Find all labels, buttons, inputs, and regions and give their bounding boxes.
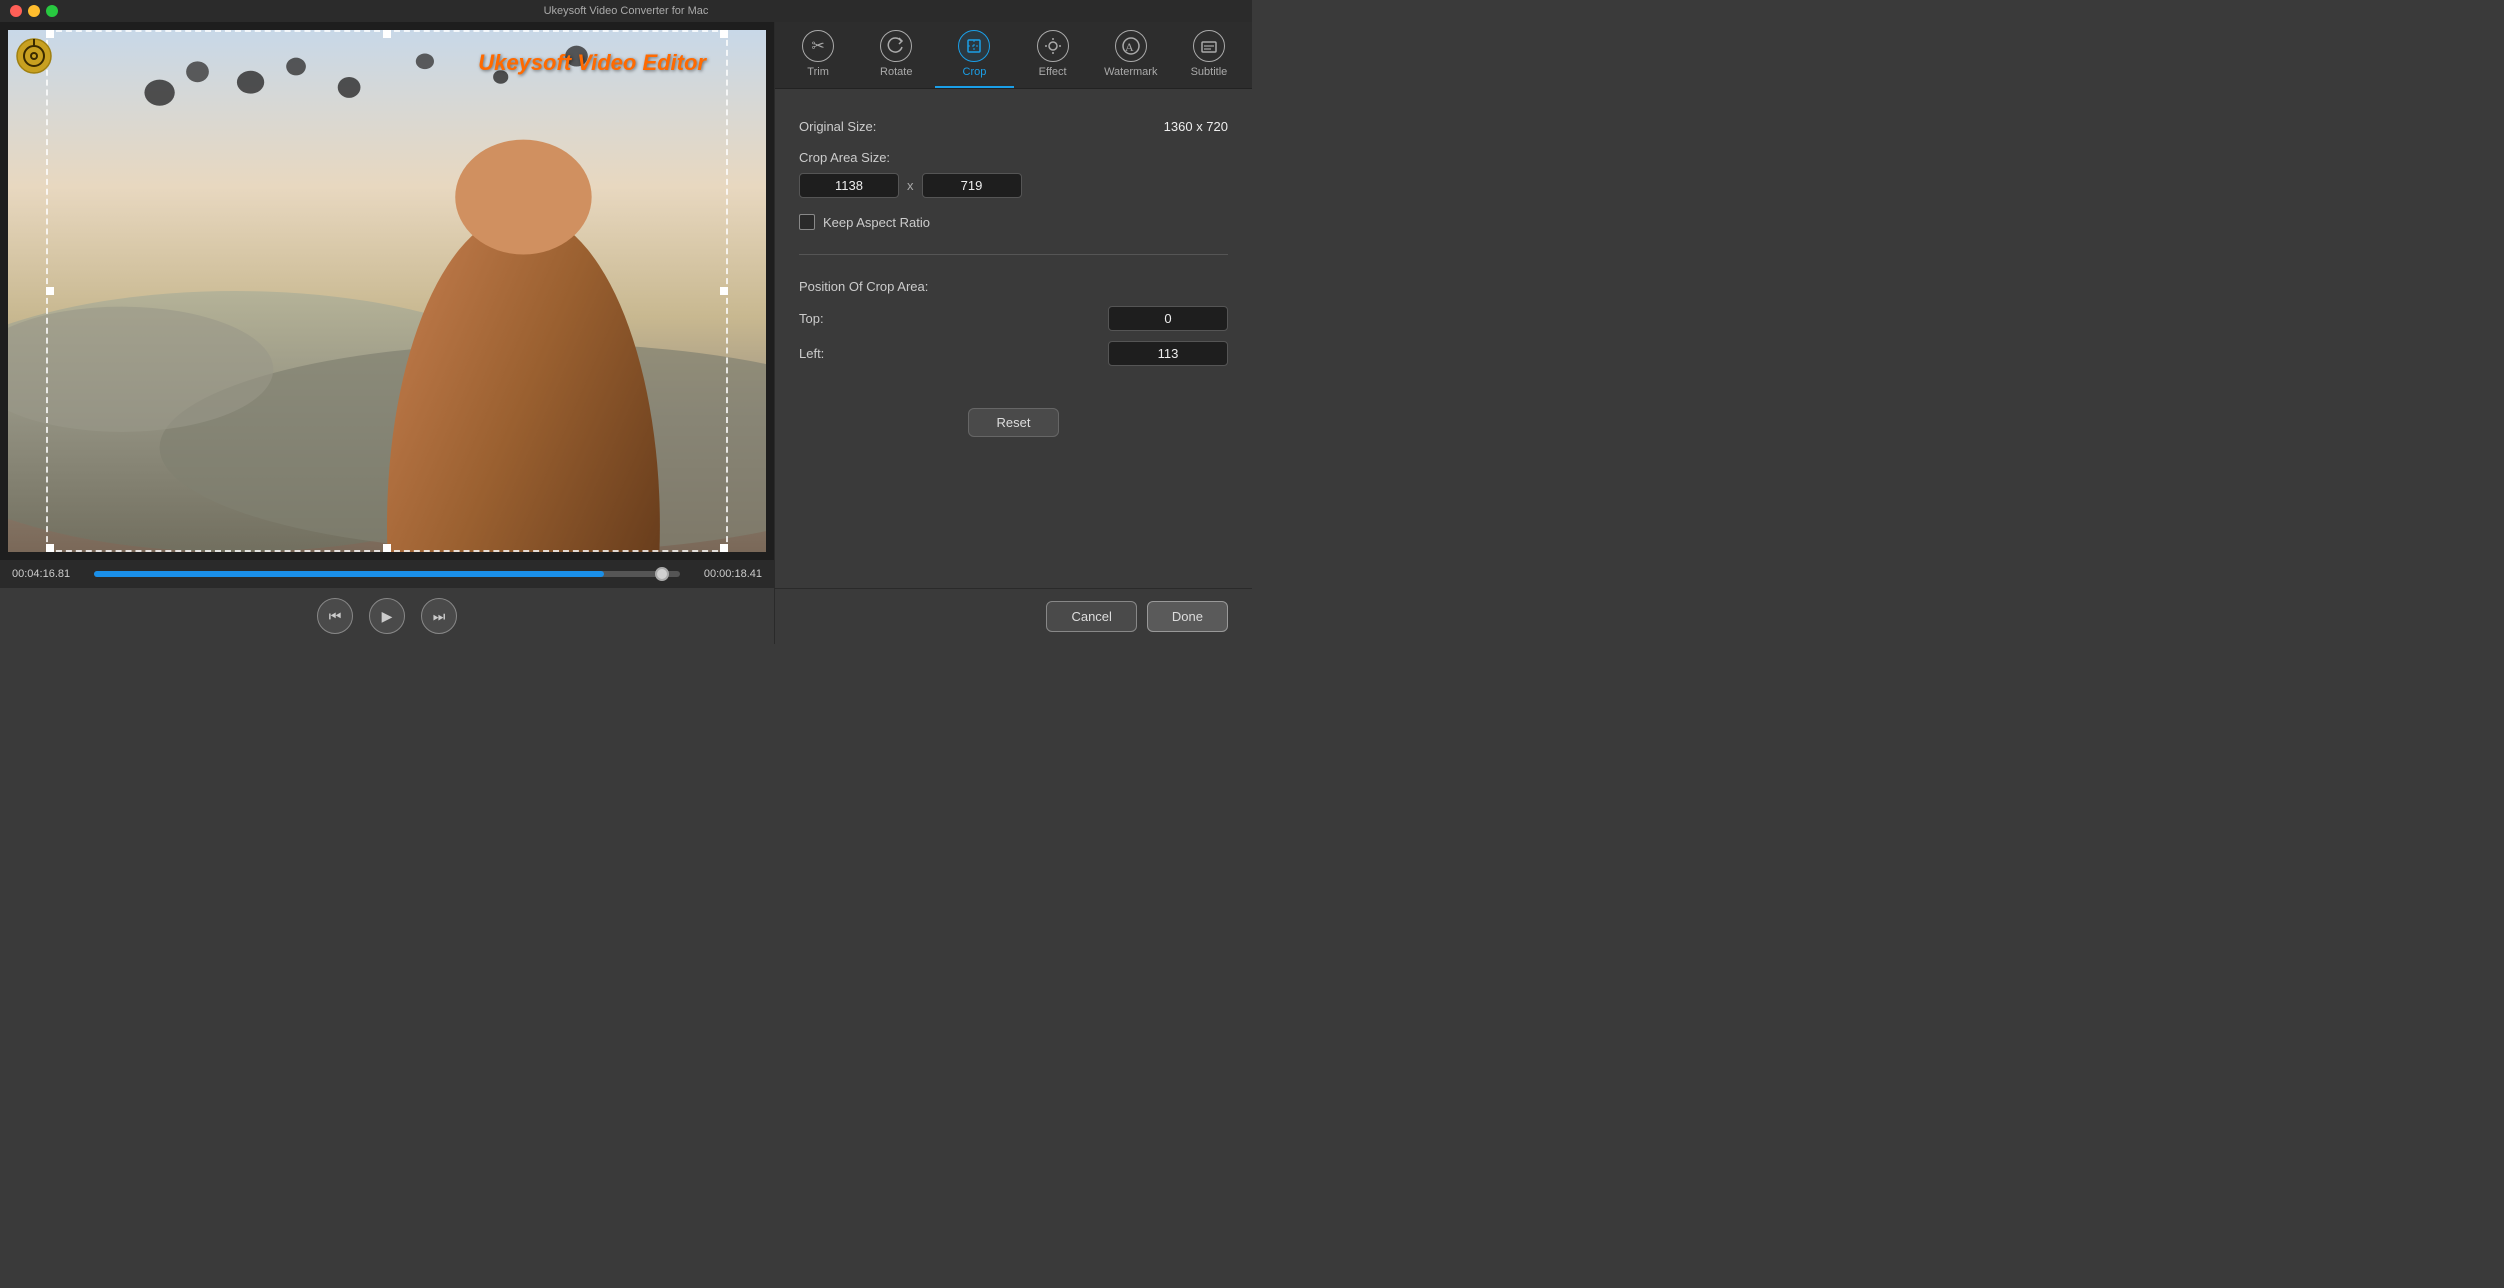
keep-aspect-label: Keep Aspect Ratio (823, 215, 930, 230)
crop-icon (958, 30, 990, 62)
video-title-overlay: Ukeysoft Video Editor (478, 50, 706, 76)
timeline-bar: 00:04:16.81 00:00:18.41 (0, 560, 774, 588)
top-label: Top: (799, 311, 849, 326)
window-title: Ukeysoft Video Converter for Mac (544, 5, 709, 17)
tab-rotate[interactable]: Rotate (857, 22, 935, 88)
tab-watermark-label: Watermark (1104, 66, 1157, 78)
tab-effect-label: Effect (1039, 66, 1067, 78)
position-section-title: Position Of Crop Area: (799, 279, 1228, 294)
tab-trim-label: Trim (807, 66, 829, 78)
reset-button[interactable]: Reset (968, 408, 1060, 437)
progress-bar[interactable] (94, 571, 680, 577)
original-size-value: 1360 x 720 (1164, 119, 1228, 134)
tab-trim[interactable]: ✂ Trim (779, 22, 857, 88)
tab-crop[interactable]: Crop (935, 22, 1013, 88)
minimize-button[interactable] (28, 5, 40, 17)
progress-fill (94, 571, 604, 577)
cancel-button[interactable]: Cancel (1046, 601, 1136, 632)
trim-icon: ✂ (802, 30, 834, 62)
keep-aspect-ratio-row: Keep Aspect Ratio (799, 214, 1228, 230)
left-label: Left: (799, 346, 849, 361)
position-section: Position Of Crop Area: Top: Left: (799, 279, 1228, 376)
tab-subtitle-label: Subtitle (1191, 66, 1228, 78)
app-logo (16, 38, 52, 74)
rotate-icon (880, 30, 912, 62)
next-button[interactable]: ⏭ (421, 598, 457, 634)
crop-separator: x (907, 178, 914, 193)
playback-controls: ⏮ ▶ ⏭ (0, 588, 774, 644)
crop-panel: Original Size: 1360 x 720 Crop Area Size… (775, 89, 1252, 588)
titlebar: Ukeysoft Video Converter for Mac (0, 0, 1252, 22)
done-button[interactable]: Done (1147, 601, 1228, 632)
current-time: 00:04:16.81 (12, 568, 84, 580)
tab-rotate-label: Rotate (880, 66, 912, 78)
effect-icon (1037, 30, 1069, 62)
prev-button[interactable]: ⏮ (317, 598, 353, 634)
position-top-row: Top: (799, 306, 1228, 331)
main-container: Ukeysoft Video Editor 00:04:16.81 (0, 22, 1252, 644)
original-size-label: Original Size: (799, 119, 876, 134)
toolbar-tabs: ✂ Trim Rotate (775, 22, 1252, 89)
watermark-icon: A (1115, 30, 1147, 62)
remaining-time: 00:00:18.41 (690, 568, 762, 580)
bottom-actions: Cancel Done (775, 588, 1252, 644)
right-panel: ✂ Trim Rotate (774, 22, 1252, 644)
video-frame: Ukeysoft Video Editor (8, 30, 766, 552)
crop-width-input[interactable] (799, 173, 899, 198)
top-input[interactable] (1108, 306, 1228, 331)
titlebar-buttons (10, 5, 58, 17)
tab-subtitle[interactable]: Subtitle (1170, 22, 1248, 88)
keep-aspect-checkbox[interactable] (799, 214, 815, 230)
position-left-row: Left: (799, 341, 1228, 366)
close-button[interactable] (10, 5, 22, 17)
tab-effect[interactable]: Effect (1014, 22, 1092, 88)
play-button[interactable]: ▶ (369, 598, 405, 634)
video-preview: Ukeysoft Video Editor (8, 30, 766, 552)
crop-area-label-row: Crop Area Size: (799, 150, 1228, 165)
subtitle-icon (1193, 30, 1225, 62)
progress-track (94, 571, 680, 577)
tab-watermark[interactable]: A Watermark (1092, 22, 1170, 88)
crop-area-size-label: Crop Area Size: (799, 150, 890, 165)
maximize-button[interactable] (46, 5, 58, 17)
tab-crop-label: Crop (963, 66, 987, 78)
progress-thumb[interactable] (655, 567, 669, 581)
section-divider (799, 254, 1228, 255)
left-input[interactable] (1108, 341, 1228, 366)
crop-height-input[interactable] (922, 173, 1022, 198)
crop-area-size-section: Crop Area Size: x (799, 150, 1228, 198)
crop-size-inputs: x (799, 173, 1228, 198)
video-section: Ukeysoft Video Editor 00:04:16.81 (0, 22, 774, 644)
original-size-row: Original Size: 1360 x 720 (799, 119, 1228, 134)
